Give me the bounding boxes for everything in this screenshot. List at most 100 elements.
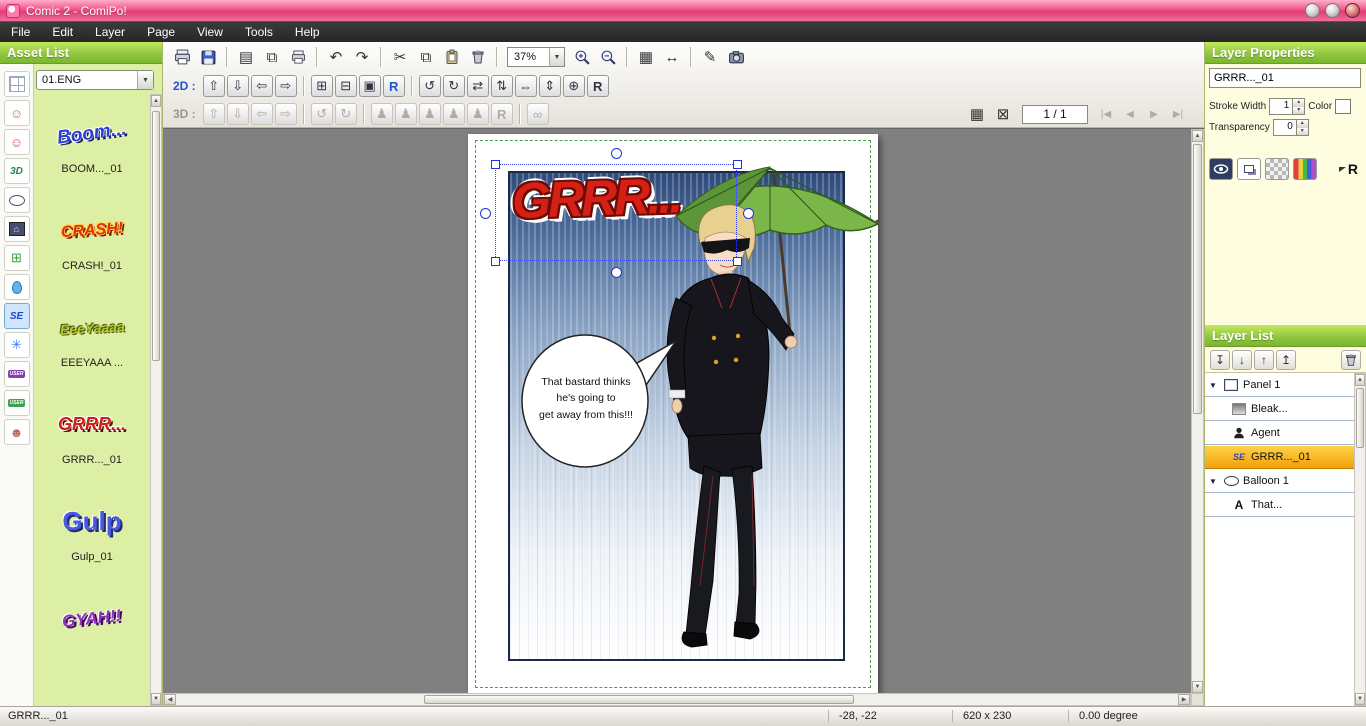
asset-category-dropdown-arrow-icon[interactable]: ▼ — [137, 71, 153, 89]
zoom-out-button[interactable] — [596, 45, 620, 69]
expander-icon[interactable]: ▼ — [1209, 381, 1219, 390]
asset-item-gulp[interactable]: Gulp Gulp_01 — [34, 482, 150, 579]
2d-fit-frame-button[interactable]: ▣ — [359, 75, 381, 97]
category-user-2d-button[interactable]: USER — [4, 361, 30, 387]
next-page-button[interactable]: ▶ — [1142, 104, 1166, 124]
category-background-button[interactable]: ⌂ — [4, 216, 30, 242]
3d-link-button[interactable]: ∞ — [527, 103, 549, 125]
canvas-vertical-scrollbar[interactable]: ▲ ▼ — [1191, 129, 1204, 694]
minimize-button[interactable] — [1305, 3, 1320, 18]
print-page-button[interactable] — [286, 45, 310, 69]
2d-move-left-button[interactable]: ⇦ — [251, 75, 273, 97]
selection-bounds[interactable] — [495, 164, 737, 261]
gradient-button[interactable] — [1293, 158, 1317, 180]
send-to-back-button[interactable]: ↧ — [1210, 350, 1230, 370]
2d-rotate-cw-button[interactable]: ↻ — [443, 75, 465, 97]
3d-pose-leg-button[interactable]: ♟ — [419, 103, 441, 125]
2d-move-right-button[interactable]: ⇨ — [275, 75, 297, 97]
selection-handle-left[interactable] — [480, 208, 491, 219]
stepper-up-icon[interactable]: ▲ — [1293, 99, 1304, 107]
3d-move-up-button[interactable]: ⇧ — [203, 103, 225, 125]
3d-pose-head-button[interactable]: ♟ — [443, 103, 465, 125]
category-effect-drop-button[interactable] — [4, 274, 30, 300]
menu-file[interactable]: File — [0, 22, 41, 42]
2d-flip-v-button[interactable]: ⇅ — [491, 75, 513, 97]
reset-properties-button[interactable]: R — [1339, 161, 1362, 177]
visibility-button[interactable] — [1209, 158, 1233, 180]
category-character-girl-button[interactable]: ☺ — [4, 129, 30, 155]
stepper-up-icon[interactable]: ▲ — [1297, 120, 1308, 128]
3d-pose-arm-button[interactable]: ♟ — [395, 103, 417, 125]
asset-item-crash[interactable]: CRASH! CRASH!_01 — [34, 191, 150, 288]
2d-rotate-ccw-button[interactable]: ↺ — [419, 75, 441, 97]
delete-button[interactable] — [466, 45, 490, 69]
asset-item-eeeyaaa[interactable]: EeeYaaaa EEEYAAA ... — [34, 288, 150, 385]
2d-stretch-v-button[interactable]: ⇕ — [539, 75, 561, 97]
scroll-up-icon[interactable]: ▲ — [1355, 374, 1365, 386]
maximize-button[interactable] — [1325, 3, 1340, 18]
new-page-button[interactable]: ▤ — [234, 45, 258, 69]
layer-row-agent[interactable]: Agent — [1205, 421, 1366, 445]
layer-row-bleak[interactable]: Bleak... — [1205, 397, 1366, 421]
expander-icon[interactable]: ▼ — [1209, 477, 1219, 486]
asset-category-combobox[interactable]: 01.ENG ▼ — [36, 70, 154, 90]
scroll-up-icon[interactable]: ▲ — [1192, 130, 1203, 142]
3d-move-left-button[interactable]: ⇦ — [251, 103, 273, 125]
2d-scale-down-button[interactable]: ⊟ — [335, 75, 357, 97]
category-portrait-button[interactable]: ☻ — [4, 419, 30, 445]
save-button[interactable] — [196, 45, 220, 69]
print-button[interactable] — [170, 45, 194, 69]
2d-move-down-button[interactable]: ⇩ — [227, 75, 249, 97]
zoom-dropdown-arrow-icon[interactable]: ▼ — [549, 48, 564, 66]
bring-forward-button[interactable]: ↑ — [1254, 350, 1274, 370]
menu-page[interactable]: Page — [136, 22, 186, 42]
transparency-pattern-button[interactable] — [1265, 158, 1289, 180]
paste-button[interactable] — [440, 45, 464, 69]
asset-scrollbar[interactable]: ▲ ▼ — [150, 94, 162, 706]
copy-button[interactable]: ⧉ — [414, 45, 438, 69]
fit-width-button[interactable]: ↔ — [660, 45, 684, 69]
category-effect-star-button[interactable]: ✳ — [4, 332, 30, 358]
2d-stretch-h-button[interactable]: ⇔ — [515, 75, 537, 97]
previous-page-button[interactable]: ◀ — [1118, 104, 1142, 124]
asset-item-boom[interactable]: Boom... BOOM..._01 — [34, 94, 150, 191]
menu-tools[interactable]: Tools — [234, 22, 284, 42]
scroll-down-icon[interactable]: ▼ — [151, 693, 161, 705]
last-page-button[interactable]: ▶| — [1166, 104, 1190, 124]
asset-item-grrr[interactable]: GRRR... GRRR..._01 — [34, 385, 150, 482]
2d-center-button[interactable]: ⊕ — [563, 75, 585, 97]
transparency-stepper[interactable]: 0 ▲▼ — [1273, 119, 1309, 136]
page-delete-button[interactable]: ⊠ — [991, 102, 1015, 126]
canvas-viewport[interactable]: GRRR... — [163, 128, 1204, 706]
send-backward-button[interactable]: ↓ — [1232, 350, 1252, 370]
scroll-up-icon[interactable]: ▲ — [151, 95, 161, 107]
zoom-in-button[interactable] — [570, 45, 594, 69]
menu-layer[interactable]: Layer — [84, 22, 136, 42]
pose-edit-button[interactable]: ✎ — [698, 45, 722, 69]
stroke-width-stepper[interactable]: 1 ▲▼ — [1269, 98, 1305, 115]
3d-pose-body-button[interactable]: ♟ — [371, 103, 393, 125]
cut-button[interactable]: ✂ — [388, 45, 412, 69]
selection-handle-top-left[interactable] — [491, 160, 500, 169]
color-swatch[interactable] — [1335, 99, 1351, 114]
layers-button[interactable] — [1237, 158, 1261, 180]
redo-button[interactable]: ↷ — [350, 45, 374, 69]
selection-handle-bottom-left[interactable] — [491, 257, 500, 266]
menu-edit[interactable]: Edit — [41, 22, 84, 42]
asset-scrollbar-thumb[interactable] — [152, 111, 160, 361]
asset-item-gyah[interactable]: GYAH!! — [34, 579, 150, 676]
2d-flip-h-button[interactable]: ⇄ — [467, 75, 489, 97]
layer-name-input[interactable] — [1209, 68, 1361, 88]
category-character-boy-button[interactable]: ☺ — [4, 100, 30, 126]
2d-reset-button[interactable]: R — [383, 75, 405, 97]
layer-scrollbar-thumb[interactable] — [1356, 388, 1364, 448]
render-button[interactable] — [724, 45, 748, 69]
2d-reset-all-button[interactable]: R — [587, 75, 609, 97]
title-bar[interactable]: Comic 2 - ComiPo! — [0, 0, 1366, 22]
3d-move-right-button[interactable]: ⇨ — [275, 103, 297, 125]
canvas-v-scrollbar-thumb[interactable] — [1193, 144, 1202, 414]
close-button[interactable] — [1345, 3, 1360, 18]
first-page-button[interactable]: |◀ — [1094, 104, 1118, 124]
category-balloon-button[interactable] — [4, 187, 30, 213]
scroll-down-icon[interactable]: ▼ — [1192, 681, 1203, 693]
